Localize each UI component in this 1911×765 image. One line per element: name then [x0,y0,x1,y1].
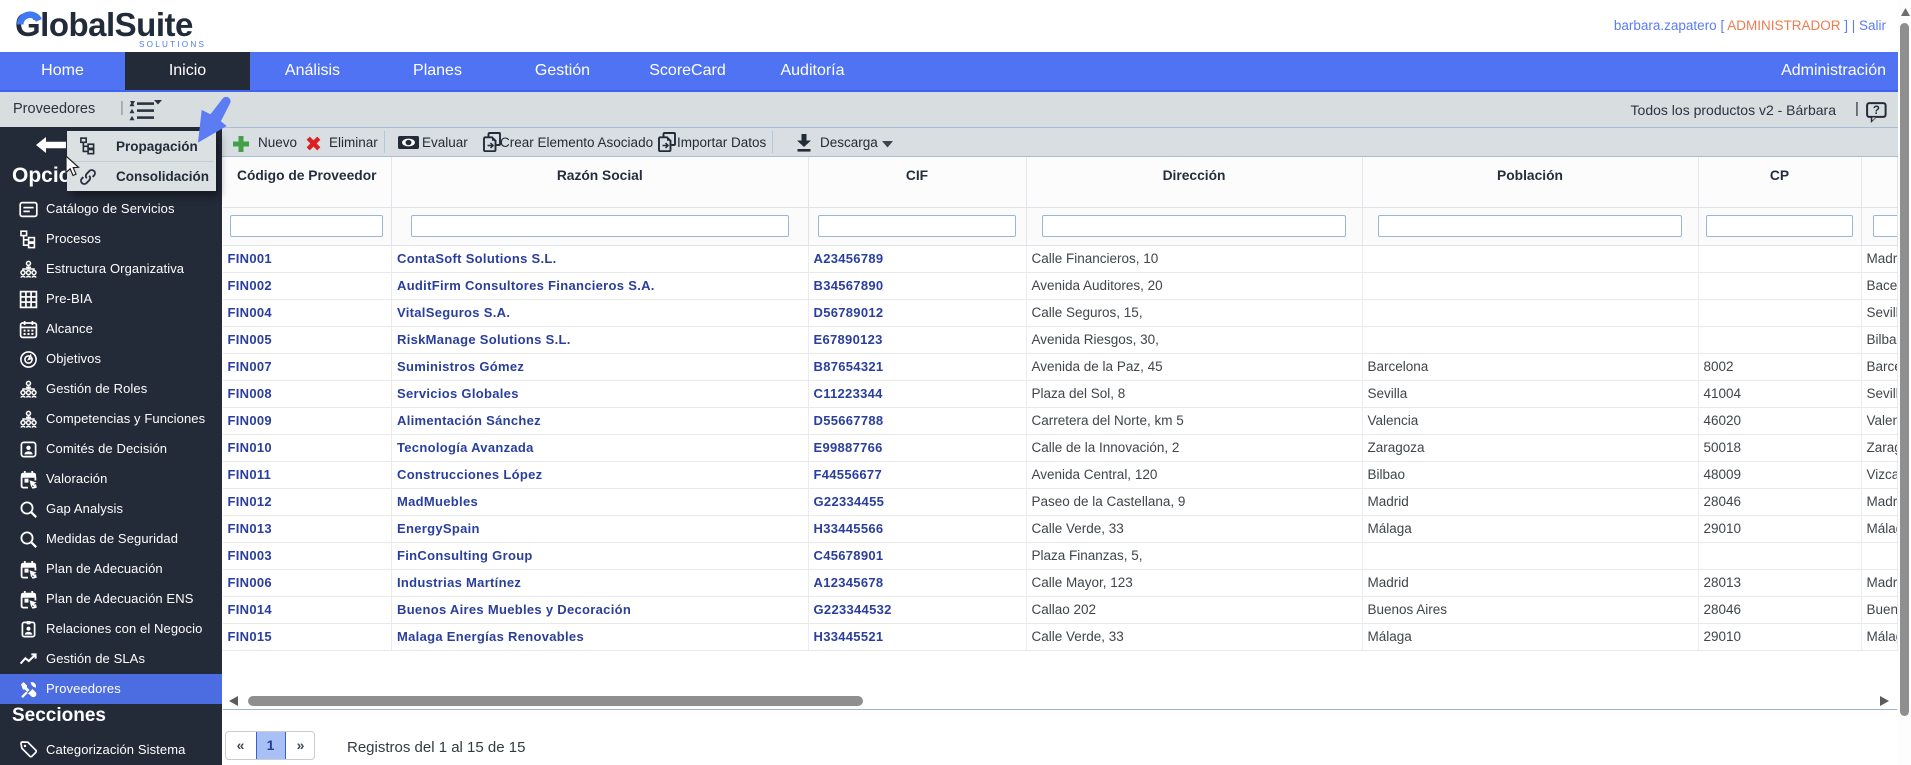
svg-text:?: ? [1873,105,1880,117]
